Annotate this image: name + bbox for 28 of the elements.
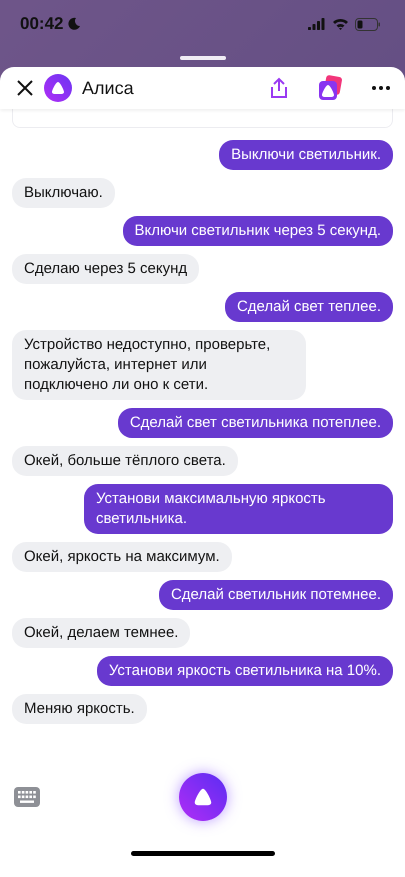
share-button[interactable]: [269, 77, 289, 99]
signal-icon: [308, 18, 326, 30]
user-message: Установи максимальную яркость светильника.: [84, 484, 393, 534]
voice-assistant-button[interactable]: [178, 773, 226, 821]
assistant-message: Окей, больше тёплого света.: [12, 446, 238, 476]
assistant-message: Меняю яркость.: [12, 694, 147, 724]
user-message: Сделай свет теплее.: [224, 292, 393, 322]
user-message: Сделай светильник потемнее.: [158, 580, 393, 610]
keyboard-button[interactable]: [14, 787, 40, 807]
user-message: Установи яркость светильника на 10%.: [96, 656, 393, 686]
sheet-handle[interactable]: [180, 56, 226, 60]
user-message: Сделай свет светильника потеплее.: [118, 408, 393, 438]
chat-title: Алиса: [82, 78, 135, 98]
assistant-message: Сделаю через 5 секунд: [12, 254, 200, 284]
close-button[interactable]: [16, 79, 34, 97]
battery-icon: [355, 18, 381, 30]
user-message: Выключи светильник.: [219, 140, 393, 170]
more-button[interactable]: [371, 85, 391, 91]
assistant-message: Окей, яркость на максимум.: [12, 542, 232, 572]
moon-icon: [67, 17, 82, 31]
assistant-message: Выключаю.: [12, 178, 115, 208]
assistant-message: Устройство недоступно, проверьте, пожалуйста, интернет или подключено ли оно к сети.: [12, 330, 306, 400]
alice-avatar-icon: [44, 74, 72, 102]
status-time: 00:42: [20, 14, 64, 34]
cards-button[interactable]: [317, 75, 343, 101]
wifi-icon: [332, 18, 349, 30]
assistant-message: Окей, делаем темнее.: [12, 618, 190, 648]
user-message: Включи светильник через 5 секунд.: [122, 216, 393, 246]
